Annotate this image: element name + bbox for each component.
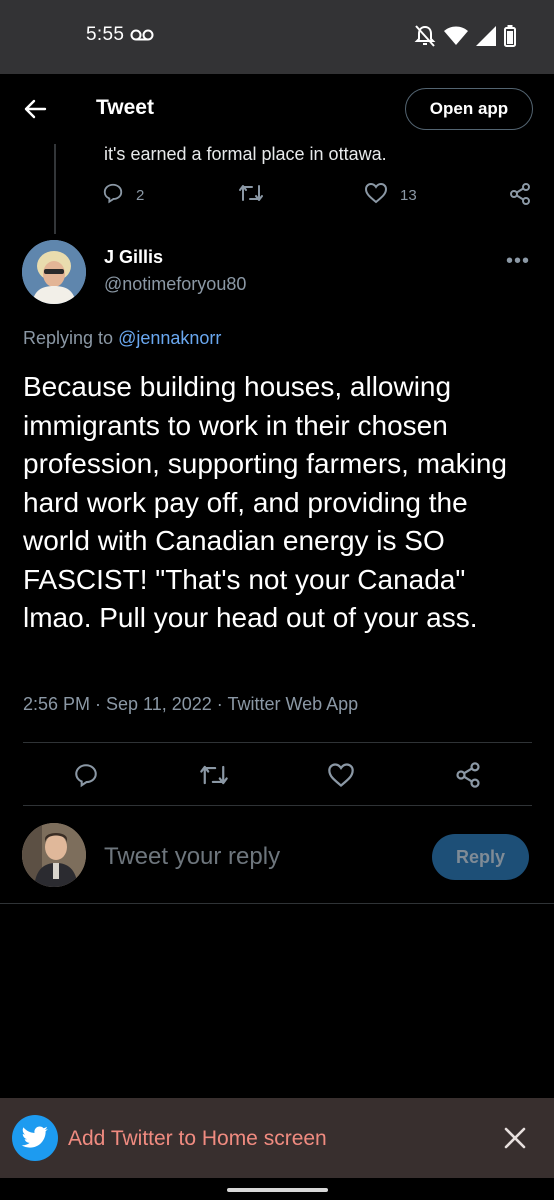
divider <box>23 742 532 743</box>
system-navigation-bar <box>0 1178 554 1200</box>
notifications-off-icon <box>414 24 436 53</box>
previous-reply-count: 2 <box>136 186 145 204</box>
home-indicator[interactable] <box>227 1188 328 1192</box>
user-avatar[interactable] <box>22 823 86 887</box>
replying-to-mention[interactable]: @jennaknorr <box>118 328 221 348</box>
status-time: 5:55 <box>86 24 125 45</box>
previous-retweet-action[interactable] <box>238 182 264 208</box>
signal-icon <box>476 26 496 51</box>
author-handle[interactable]: @notimeforyou80 <box>104 274 246 295</box>
author-avatar[interactable] <box>22 240 86 304</box>
more-options-icon[interactable]: ••• <box>506 250 530 273</box>
previous-like-action[interactable]: 13 <box>364 182 417 208</box>
previous-tweet-text: it's earned a formal place in ottawa. <box>104 144 387 164</box>
previous-reply-action[interactable]: 2 <box>102 182 144 208</box>
wifi-icon <box>444 26 468 51</box>
share-icon[interactable] <box>452 759 484 791</box>
back-arrow-icon[interactable] <box>20 94 50 124</box>
author-name[interactable]: J Gillis <box>104 247 163 268</box>
open-app-button[interactable]: Open app <box>405 88 533 130</box>
tweet-text: Because building houses, allowing immigr… <box>23 371 507 633</box>
retweet-icon <box>238 182 264 208</box>
reply-icon[interactable] <box>70 759 102 791</box>
reply-icon <box>102 182 124 208</box>
add-to-home-text[interactable]: Add Twitter to Home screen <box>68 1127 327 1151</box>
tweet-timestamp-source[interactable]: 2:56 PM · Sep 11, 2022 · Twitter Web App <box>23 694 358 715</box>
heart-icon <box>364 182 388 208</box>
reply-input[interactable]: Tweet your reply <box>104 843 280 871</box>
tweet-actions <box>0 745 554 805</box>
replying-to: Replying to @jennaknorr <box>23 328 221 349</box>
page-title: Tweet <box>96 96 154 119</box>
twitter-bird-icon <box>12 1115 58 1161</box>
retweet-icon[interactable] <box>198 759 230 791</box>
previous-tweet-actions: 2 13 <box>102 182 532 212</box>
reply-composer: Tweet your reply Reply <box>0 806 554 904</box>
replying-prefix: Replying to <box>23 328 114 348</box>
voicemail-icon <box>130 28 154 47</box>
share-icon <box>508 182 532 210</box>
heart-icon[interactable] <box>325 759 357 791</box>
previous-share-action[interactable] <box>508 182 532 210</box>
top-app-bar: Tweet Open app <box>0 74 554 144</box>
add-to-home-banner: Add Twitter to Home screen <box>0 1098 554 1178</box>
close-icon[interactable] <box>502 1125 528 1151</box>
reply-button[interactable]: Reply <box>432 834 529 880</box>
battery-icon <box>504 25 516 52</box>
status-icons <box>414 24 516 53</box>
thread-connector-line <box>54 144 56 234</box>
status-bar: 5:55 <box>0 0 554 74</box>
previous-like-count: 13 <box>400 186 417 204</box>
